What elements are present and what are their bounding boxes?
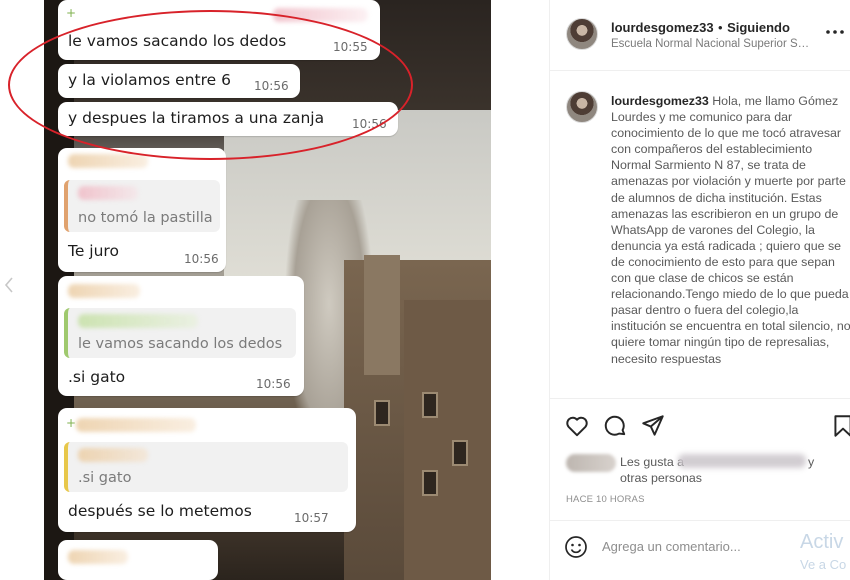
chat-message-text: después se lo metemos bbox=[68, 502, 252, 520]
likes-prefix: Les gusta a bbox=[620, 455, 685, 469]
following-button[interactable]: Siguiendo bbox=[727, 20, 790, 35]
quoted-text: no tomó la pastilla bbox=[78, 210, 213, 226]
separator-dot: • bbox=[718, 20, 723, 35]
blurred-sender bbox=[76, 418, 196, 432]
image-building-front bbox=[404, 300, 491, 580]
blurred-quote-author bbox=[78, 186, 138, 200]
blurred-quote-author bbox=[78, 448, 148, 462]
comment-bar: Agrega un comentario... Activ Ve a Co bbox=[550, 520, 850, 580]
header-user-line: lourdesgomez33 • Siguiendo bbox=[611, 19, 790, 37]
avatar[interactable] bbox=[566, 18, 598, 50]
quoted-text: .si gato bbox=[78, 470, 132, 486]
image-window bbox=[422, 470, 438, 496]
chat-message-text: .si gato bbox=[68, 368, 126, 386]
more-options-icon[interactable] bbox=[825, 22, 845, 40]
post-username[interactable]: lourdesgomez33 bbox=[611, 20, 714, 35]
post-details-panel: lourdesgomez33 • Siguiendo Escuela Norma… bbox=[549, 0, 850, 580]
avatar[interactable] bbox=[566, 91, 598, 123]
blurred-sender bbox=[68, 284, 140, 298]
windows-watermark: Activ bbox=[800, 531, 844, 553]
blurred-quote-author bbox=[78, 314, 198, 328]
quoted-message: no tomó la pastilla bbox=[64, 180, 220, 232]
chat-message-time: 10:56 bbox=[184, 252, 219, 266]
quoted-message: le vamos sacando los dedos bbox=[64, 308, 296, 358]
blurred-sender bbox=[68, 154, 148, 168]
send-icon[interactable] bbox=[640, 413, 666, 439]
heart-icon[interactable] bbox=[564, 413, 590, 439]
image-window bbox=[452, 440, 468, 466]
post-location[interactable]: Escuela Normal Nacional Superior Sar... bbox=[611, 38, 811, 50]
image-window bbox=[422, 392, 438, 418]
chat-message-time: 10:57 bbox=[294, 511, 329, 525]
liker-avatars bbox=[566, 454, 616, 472]
caption-username[interactable]: lourdesgomez33 bbox=[611, 94, 709, 108]
quoted-text: le vamos sacando los dedos bbox=[78, 336, 283, 352]
chat-bubble bbox=[58, 540, 218, 580]
chat-bubble: no tomó la pastilla Te juro 10:56 bbox=[58, 148, 226, 272]
bookmark-icon[interactable] bbox=[830, 413, 850, 439]
image-window bbox=[374, 400, 390, 426]
post-timestamp: HACE 10 HORAS bbox=[566, 494, 645, 505]
chat-bubble: + .si gato después se lo metemos 10:57 bbox=[58, 408, 356, 532]
post-actions bbox=[550, 398, 850, 450]
image-tower bbox=[364, 255, 400, 375]
likes-summary[interactable]: Les gusta a y otras personas bbox=[566, 452, 846, 492]
likes-suffix: y bbox=[808, 455, 815, 469]
quoted-message: .si gato bbox=[64, 442, 348, 492]
emoji-icon[interactable] bbox=[564, 535, 588, 564]
chat-bubble: le vamos sacando los dedos .si gato 10:5… bbox=[58, 276, 304, 396]
windows-watermark-sub: Ve a Co bbox=[800, 557, 847, 572]
post-caption: lourdesgomez33 Hola, me llamo Gómez Lour… bbox=[611, 93, 850, 398]
likes-others[interactable]: otras personas bbox=[620, 471, 702, 485]
blurred-liker-name bbox=[678, 454, 806, 468]
blurred-sender bbox=[68, 550, 128, 564]
chat-message-text: Te juro bbox=[68, 242, 119, 260]
comment-icon[interactable] bbox=[602, 413, 628, 439]
chevron-left-icon[interactable] bbox=[0, 274, 18, 296]
chat-message-time: 10:56 bbox=[256, 377, 291, 391]
red-highlight-circle bbox=[8, 10, 413, 160]
post-header: lourdesgomez33 • Siguiendo Escuela Norma… bbox=[550, 0, 850, 71]
comment-input[interactable]: Agrega un comentario... bbox=[602, 539, 741, 554]
caption-text: Hola, me llamo Gómez Lourdes y me comuni… bbox=[611, 94, 850, 366]
